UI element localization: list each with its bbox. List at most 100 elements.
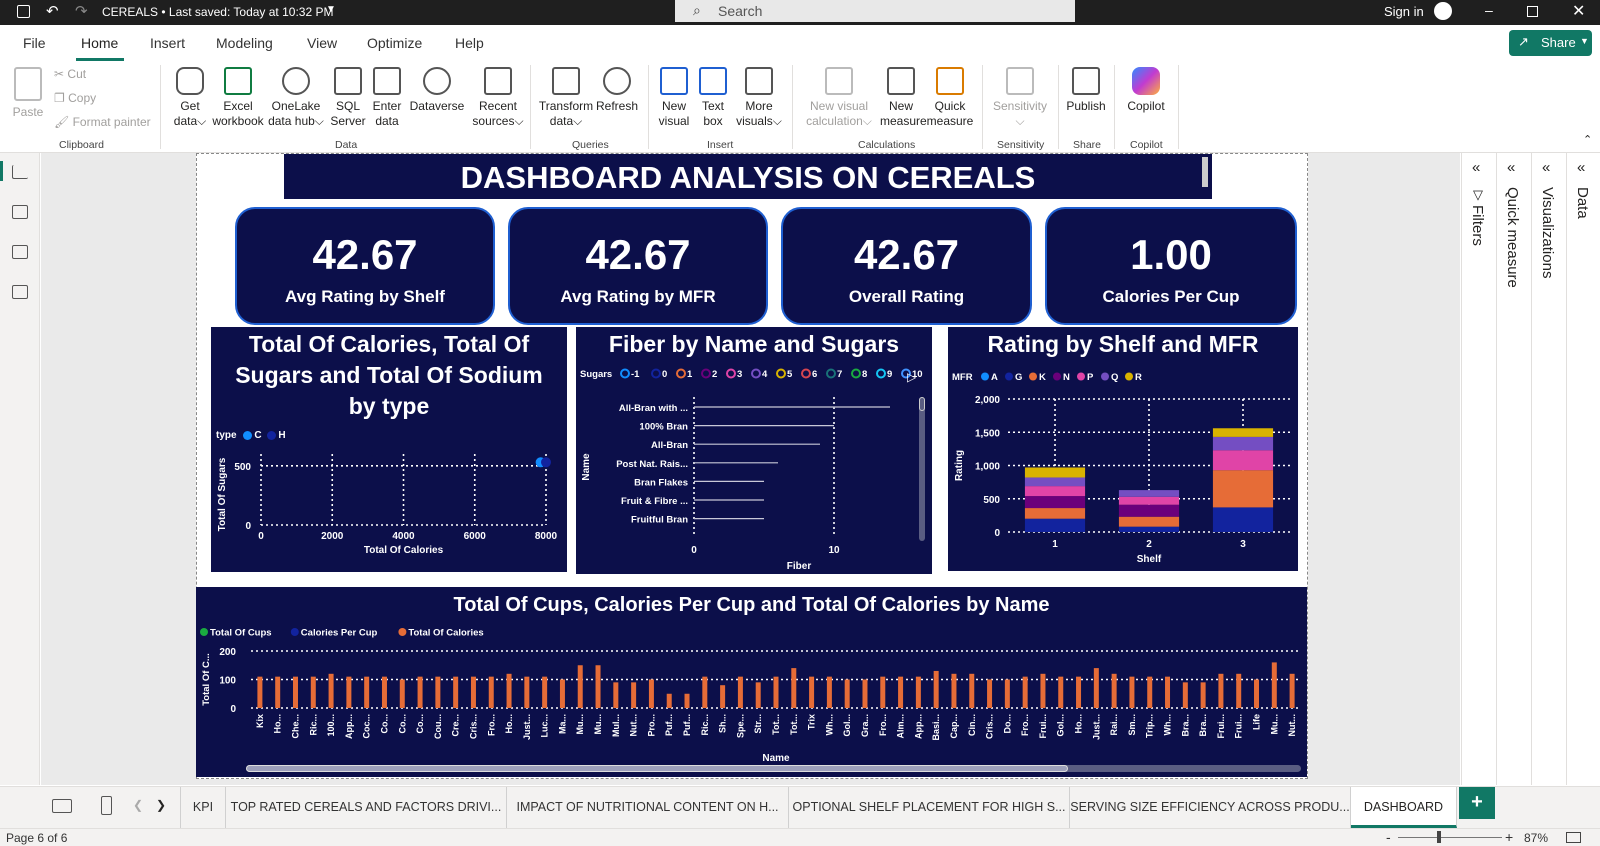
transform-data-button[interactable]: Transform data⌵ — [538, 67, 594, 129]
search-box[interactable]: ⌕ Search — [675, 0, 1075, 22]
menu-insert[interactable]: Insert — [150, 35, 185, 51]
maximize-icon[interactable] — [1527, 6, 1538, 17]
fit-to-page-icon[interactable] — [1566, 832, 1581, 843]
x-tick-label: 2 — [1146, 539, 1152, 550]
horizontal-scrollbar[interactable] — [246, 765, 1301, 772]
stacked-bar-segment — [1212, 470, 1274, 508]
filter-icon: ▽ — [1473, 187, 1483, 202]
save-icon[interactable] — [17, 5, 30, 18]
more-visuals-icon — [745, 67, 773, 95]
y-axis-label: Total Of Sugars — [217, 457, 228, 531]
paste-button[interactable]: Paste — [10, 67, 46, 120]
copilot-button[interactable]: Copilot — [1122, 67, 1170, 114]
table-view-icon[interactable] — [12, 205, 28, 219]
title-dropdown-icon[interactable]: ▼ — [326, 4, 336, 15]
new-visual-button[interactable]: New visual — [656, 67, 692, 129]
fiber-chart-card[interactable]: Fiber by Name and Sugars Sugars -1 0 1 2 3 4 5 6… — [576, 327, 932, 574]
kpi-card-avg-rating-shelf[interactable]: 42.67 Avg Rating by Shelf — [235, 207, 495, 325]
excel-workbook-button[interactable]: Excel workbook — [212, 67, 264, 129]
recent-sources-button[interactable]: Recent sources⌵ — [472, 67, 524, 129]
mobile-layout-icon[interactable] — [101, 796, 112, 815]
sql-server-button[interactable]: SQL Server — [330, 67, 366, 129]
tab-serving-size[interactable]: SERVING SIZE EFFICIENCY ACROSS PRODU... — [1070, 787, 1351, 828]
get-data-button[interactable]: Get data⌵ — [172, 67, 208, 129]
quick-measure-button[interactable]: Quick measure — [926, 67, 974, 129]
expand-icon[interactable]: « — [1472, 159, 1480, 176]
expand-icon[interactable]: « — [1577, 159, 1585, 176]
visualizations-pane[interactable]: « Visualizations — [1531, 153, 1563, 785]
account-icon[interactable] — [1434, 2, 1452, 20]
collapse-ribbon-icon[interactable]: ⌃ — [1583, 133, 1592, 146]
vertical-scrollbar[interactable] — [919, 397, 925, 541]
kpi-card-avg-rating-mfr[interactable]: 42.67 Avg Rating by MFR — [508, 207, 768, 325]
menu-optimize[interactable]: Optimize — [367, 35, 422, 51]
expand-icon[interactable]: « — [1507, 159, 1515, 176]
legend-item: 1 — [687, 369, 693, 380]
menu-modeling[interactable]: Modeling — [216, 35, 273, 51]
filters-pane[interactable]: « ▽ Filters — [1461, 153, 1493, 785]
share-button[interactable]: ↗ Share ▼ — [1509, 30, 1592, 56]
dataverse-button[interactable]: Dataverse — [408, 67, 466, 114]
redo-icon[interactable]: ↷ — [75, 2, 88, 20]
sensitivity-group-label: Sensitivity — [997, 139, 1045, 151]
legend-next-icon[interactable]: ▷ — [907, 370, 916, 384]
minimize-icon[interactable]: – — [1485, 2, 1493, 18]
cups-chart-card[interactable]: Total Of Cups, Calories Per Cup and Tota… — [196, 587, 1307, 777]
next-page-icon[interactable]: ❯ — [156, 798, 166, 812]
refresh-button[interactable]: Refresh — [596, 67, 638, 114]
menu-view[interactable]: View — [307, 35, 337, 51]
enter-label-2: data — [375, 114, 399, 128]
stacked-bar-segment — [1212, 428, 1274, 437]
legend-marker — [620, 368, 630, 379]
data-pane[interactable]: « Data — [1566, 153, 1598, 785]
text-box-button[interactable]: Text box — [696, 67, 730, 129]
sensitivity-button[interactable]: Sensitivity ⌵ — [990, 67, 1050, 129]
dax-query-view-icon[interactable] — [12, 285, 28, 299]
stacked-bar-segment — [1024, 518, 1086, 532]
format-painter-button[interactable]: 🖌 Format painter — [54, 115, 151, 130]
column-bar — [1022, 676, 1028, 708]
menu-home[interactable]: Home — [81, 35, 118, 51]
expand-icon[interactable]: « — [1542, 159, 1550, 176]
close-icon[interactable]: ✕ — [1572, 1, 1585, 21]
kpi-card-calories-per-cup[interactable]: 1.00 Calories Per Cup — [1045, 207, 1297, 325]
scatter-chart-card[interactable]: Total Of Calories, Total Of Sugars and T… — [211, 327, 567, 572]
enter-data-button[interactable]: Enter data — [370, 67, 404, 129]
tab-shelf-placement[interactable]: OPTIONAL SHELF PLACEMENT FOR HIGH S... — [789, 787, 1070, 828]
scrollbar-thumb[interactable] — [919, 397, 925, 411]
new-measure-button[interactable]: New measure — [880, 67, 927, 129]
kpi-card-overall-rating[interactable]: 42.67 Overall Rating — [781, 207, 1032, 325]
scrollbar-thumb[interactable] — [246, 765, 1068, 772]
tab-nutritional[interactable]: IMPACT OF NUTRITIONAL CONTENT ON H... — [507, 787, 789, 828]
x-tick-label: Cris... — [468, 714, 478, 739]
sign-in-button[interactable]: Sign in — [1384, 4, 1424, 19]
zoom-out-button[interactable]: - — [1386, 829, 1391, 845]
menu-file[interactable]: File — [23, 35, 46, 51]
zoom-slider-thumb[interactable] — [1437, 831, 1441, 843]
tab-kpi[interactable]: KPI — [180, 787, 226, 828]
rating-chart-card[interactable]: Rating by Shelf and MFR MFR A G K N P Q R 0 500 1,… — [948, 327, 1298, 571]
cut-button[interactable]: ✂ Cut — [54, 67, 86, 82]
legend-marker — [676, 368, 686, 379]
onelake-button[interactable]: OneLake data hub⌵ — [268, 67, 324, 129]
report-view-icon[interactable] — [12, 165, 28, 179]
more-visuals-button[interactable]: More visuals⌵ — [734, 67, 784, 129]
desktop-layout-icon[interactable] — [52, 799, 72, 813]
chevron-down-icon: ▼ — [1580, 36, 1589, 46]
prev-page-icon[interactable]: ❮ — [133, 798, 143, 812]
zoom-level[interactable]: 87% — [1524, 831, 1548, 845]
zoom-slider[interactable] — [1398, 837, 1502, 838]
dashboard-title-banner[interactable]: DASHBOARD ANALYSIS ON CEREALS — [284, 154, 1212, 199]
tab-top-rated[interactable]: TOP RATED CEREALS AND FACTORS DRIVI... — [226, 787, 507, 828]
new-visual-calculation-button[interactable]: New visual calculation⌵ — [800, 67, 878, 129]
quick-measure-pane[interactable]: « Quick measure — [1496, 153, 1528, 785]
model-view-icon[interactable] — [12, 245, 28, 259]
publish-button[interactable]: Publish — [1064, 67, 1108, 114]
zoom-in-button[interactable]: + — [1505, 829, 1513, 845]
add-page-button[interactable]: + — [1459, 787, 1495, 819]
tab-dashboard[interactable]: DASHBOARD — [1351, 787, 1457, 828]
banner-scrollbar[interactable] — [1202, 157, 1208, 187]
undo-icon[interactable]: ↶ — [46, 2, 59, 20]
copy-button[interactable]: ❐ Copy — [54, 91, 96, 106]
menu-help[interactable]: Help — [455, 35, 484, 51]
